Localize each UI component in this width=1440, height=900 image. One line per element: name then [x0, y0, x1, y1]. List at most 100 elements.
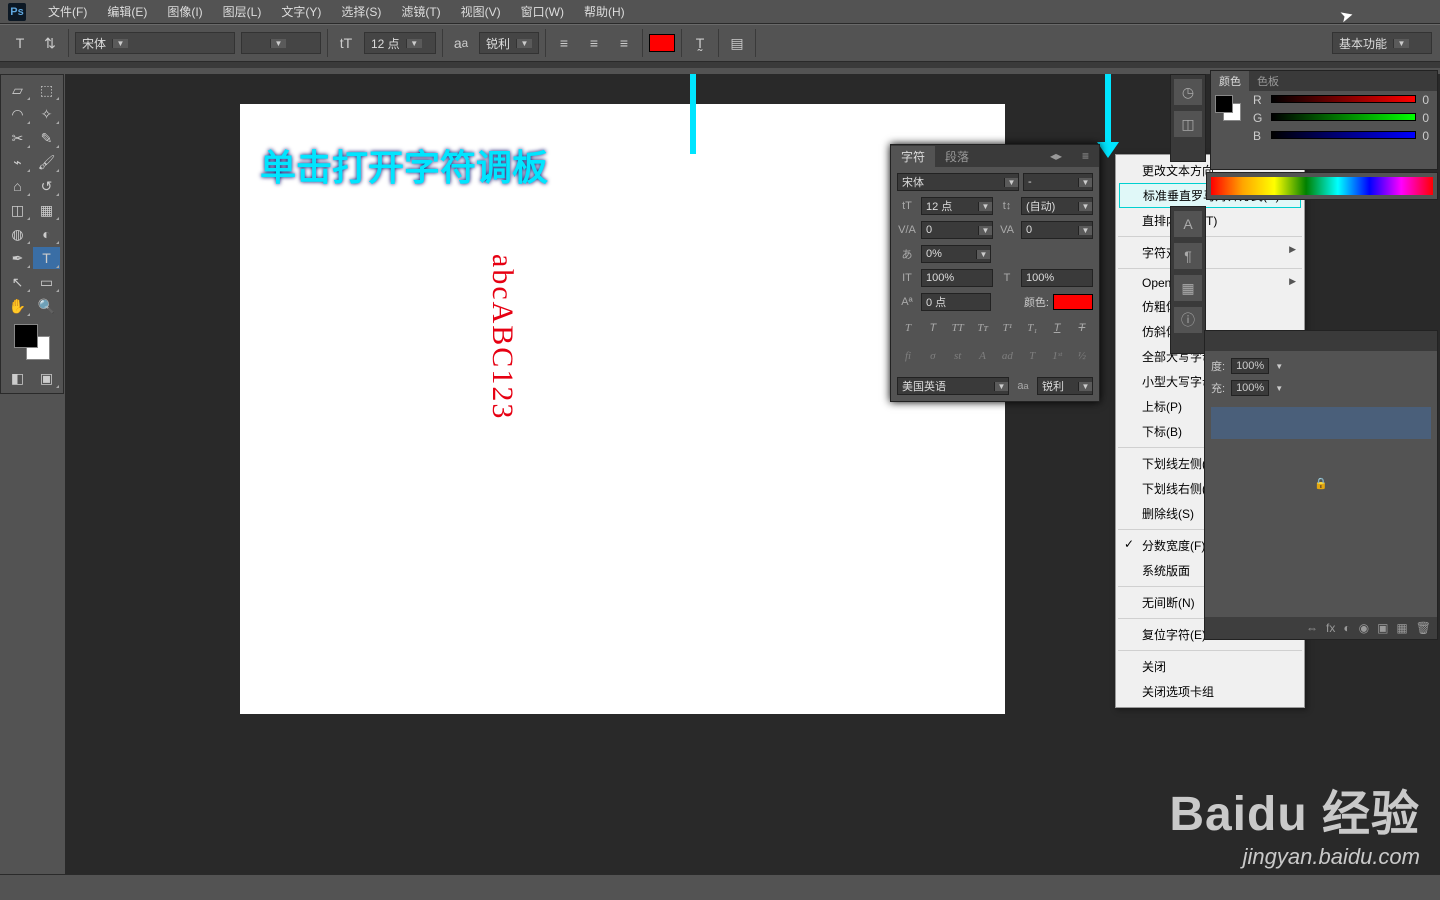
dropdown-icon[interactable]: ▼ — [406, 39, 422, 48]
foreground-color[interactable] — [14, 324, 38, 348]
kerning-field[interactable]: 0▼ — [921, 221, 993, 239]
text-color-swatch[interactable] — [1053, 294, 1093, 310]
menu-opentype[interactable]: OpenType — [1116, 272, 1304, 294]
panel-menu-icon[interactable]: ≡ — [1072, 147, 1099, 165]
hand-tool[interactable]: ✋ — [4, 295, 31, 317]
dropdown-icon[interactable]: ▼ — [978, 226, 992, 235]
subscript-toggle[interactable]: T₁ — [1021, 319, 1043, 337]
warp-text-icon[interactable]: T̰ — [688, 31, 712, 55]
dodge-tool[interactable]: ◐ — [33, 223, 60, 245]
menu-filter[interactable]: 滤镜(T) — [391, 0, 450, 24]
hscale-field[interactable]: 100% — [1021, 269, 1093, 287]
menu-close-group[interactable]: 关闭选项卡组 — [1116, 679, 1304, 704]
trash-icon[interactable]: 🗑 — [1416, 621, 1431, 635]
menu-close[interactable]: 关闭 — [1116, 654, 1304, 679]
menu-edit[interactable]: 编辑(E) — [97, 0, 157, 24]
ot-a[interactable]: A — [972, 347, 994, 365]
mask-icon[interactable]: ◐ — [1343, 621, 1350, 635]
text-color-swatch[interactable] — [649, 34, 675, 52]
strike-toggle[interactable]: T — [1071, 319, 1093, 337]
menu-char-align[interactable]: 字符对齐 — [1116, 240, 1304, 265]
g-value[interactable]: 0 — [1422, 111, 1429, 125]
antialias-combo[interactable]: 锐利▼ — [479, 32, 539, 54]
quickmask-icon[interactable]: ◧ — [4, 367, 31, 389]
ot-1st[interactable]: 1ˢᵗ — [1046, 347, 1068, 365]
dropdown-icon[interactable]: ▼ — [976, 250, 990, 259]
dropdown-icon[interactable]: ▼ — [270, 39, 286, 48]
tab-color[interactable]: 颜色 — [1211, 71, 1249, 91]
ot-fi[interactable]: fi — [897, 347, 919, 365]
menu-layer[interactable]: 图层(L) — [213, 0, 272, 24]
menu-type[interactable]: 文字(Y) — [271, 0, 331, 24]
dropdown-icon[interactable]: ▼ — [994, 382, 1008, 391]
blur-tool[interactable]: ◍ — [4, 223, 31, 245]
toggle-char-panel-icon[interactable]: ▤ — [725, 31, 749, 55]
font-size-field[interactable]: 12 点▼ — [921, 197, 993, 215]
superscript-toggle[interactable]: T¹ — [996, 319, 1018, 337]
dropdown-icon[interactable]: ▼ — [1078, 202, 1092, 211]
lasso-tool[interactable]: ◠ — [4, 103, 31, 125]
allcaps-toggle[interactable]: TT — [947, 319, 969, 337]
history-brush-tool[interactable]: ↺ — [33, 175, 60, 197]
opacity-field[interactable]: 100% — [1231, 358, 1269, 374]
r-slider[interactable] — [1271, 95, 1416, 105]
menu-tate-chu-yoko[interactable]: 直排内横排(T) — [1116, 208, 1304, 233]
shape-tool[interactable]: ▭ — [33, 271, 60, 293]
mini-swatch[interactable] — [1215, 95, 1241, 121]
fx-icon[interactable]: fx — [1326, 621, 1335, 635]
dropdown-icon[interactable]: ▼ — [978, 202, 992, 211]
menu-select[interactable]: 选择(S) — [331, 0, 391, 24]
ot-sigma[interactable]: σ — [922, 347, 944, 365]
tab-adjustments[interactable] — [1205, 331, 1224, 351]
tab-swatches[interactable]: 色板 — [1249, 71, 1287, 91]
italic-toggle[interactable]: T — [922, 319, 944, 337]
font-size-combo[interactable]: 12 点▼ — [364, 32, 436, 54]
bold-toggle[interactable]: T — [897, 319, 919, 337]
align-bottom-icon[interactable]: ≡ — [612, 31, 636, 55]
scale-field[interactable]: 0%▼ — [921, 245, 991, 263]
menu-image[interactable]: 图像(I) — [157, 0, 212, 24]
font-style-field[interactable]: -▼ — [1023, 173, 1093, 191]
eraser-tool[interactable]: ◫ — [4, 199, 31, 221]
ot-frac[interactable]: ½ — [1071, 347, 1093, 365]
pen-tool[interactable]: ✒ — [4, 247, 31, 269]
tracking-field[interactable]: 0▼ — [1021, 221, 1093, 239]
spectrum-picker[interactable] — [1211, 177, 1433, 195]
dropdown-icon[interactable]: ▼ — [1393, 39, 1409, 48]
tab-character[interactable]: 字符 — [891, 146, 935, 167]
leading-field[interactable]: (自动)▼ — [1021, 197, 1093, 215]
wand-tool[interactable]: ✧ — [33, 103, 60, 125]
adjustment-icon[interactable]: ◉ — [1359, 621, 1369, 635]
baseline-field[interactable]: 0 点 — [921, 293, 991, 311]
dropdown-icon[interactable]: ▼ — [1078, 382, 1092, 391]
char-panel-icon[interactable]: A — [1174, 211, 1202, 237]
b-value[interactable]: 0 — [1422, 129, 1429, 143]
para-panel-icon[interactable]: ¶ — [1174, 243, 1202, 269]
align-top-icon[interactable]: ≡ — [552, 31, 576, 55]
fg-mini[interactable] — [1215, 95, 1233, 113]
dropdown-icon[interactable]: ▼ — [1004, 178, 1018, 187]
vscale-field[interactable]: 100% — [921, 269, 993, 287]
gradient-tool[interactable]: ▦ — [33, 199, 60, 221]
menu-faux-bold[interactable]: 仿粗体(X) — [1116, 294, 1304, 319]
styles-panel-icon[interactable]: ▦ — [1174, 275, 1202, 301]
b-slider[interactable] — [1271, 131, 1416, 141]
menu-view[interactable]: 视图(V) — [451, 0, 511, 24]
font-style-combo[interactable]: ▼ — [241, 32, 321, 54]
g-slider[interactable] — [1271, 113, 1416, 123]
group-icon[interactable]: ▣ — [1377, 621, 1388, 635]
aa-field[interactable]: 锐利▼ — [1037, 377, 1093, 395]
language-field[interactable]: 美国英语▼ — [897, 377, 1009, 395]
crop-tool[interactable]: ✂ — [4, 127, 31, 149]
menu-file[interactable]: 文件(F) — [38, 0, 97, 24]
align-center-icon[interactable]: ≡ — [582, 31, 606, 55]
font-family-field[interactable]: 宋体▼ — [897, 173, 1019, 191]
layer-item-selected[interactable] — [1211, 407, 1431, 439]
color-swatches[interactable] — [12, 322, 52, 362]
smallcaps-toggle[interactable]: Tᴛ — [972, 319, 994, 337]
move-tool[interactable]: ▱ — [4, 79, 31, 101]
sample-vertical-text[interactable]: abcABC123 — [485, 254, 519, 420]
dropdown-icon[interactable]: ▼ — [516, 39, 532, 48]
underline-toggle[interactable]: T — [1046, 319, 1068, 337]
workspace-combo[interactable]: 基本功能▼ — [1332, 32, 1432, 54]
